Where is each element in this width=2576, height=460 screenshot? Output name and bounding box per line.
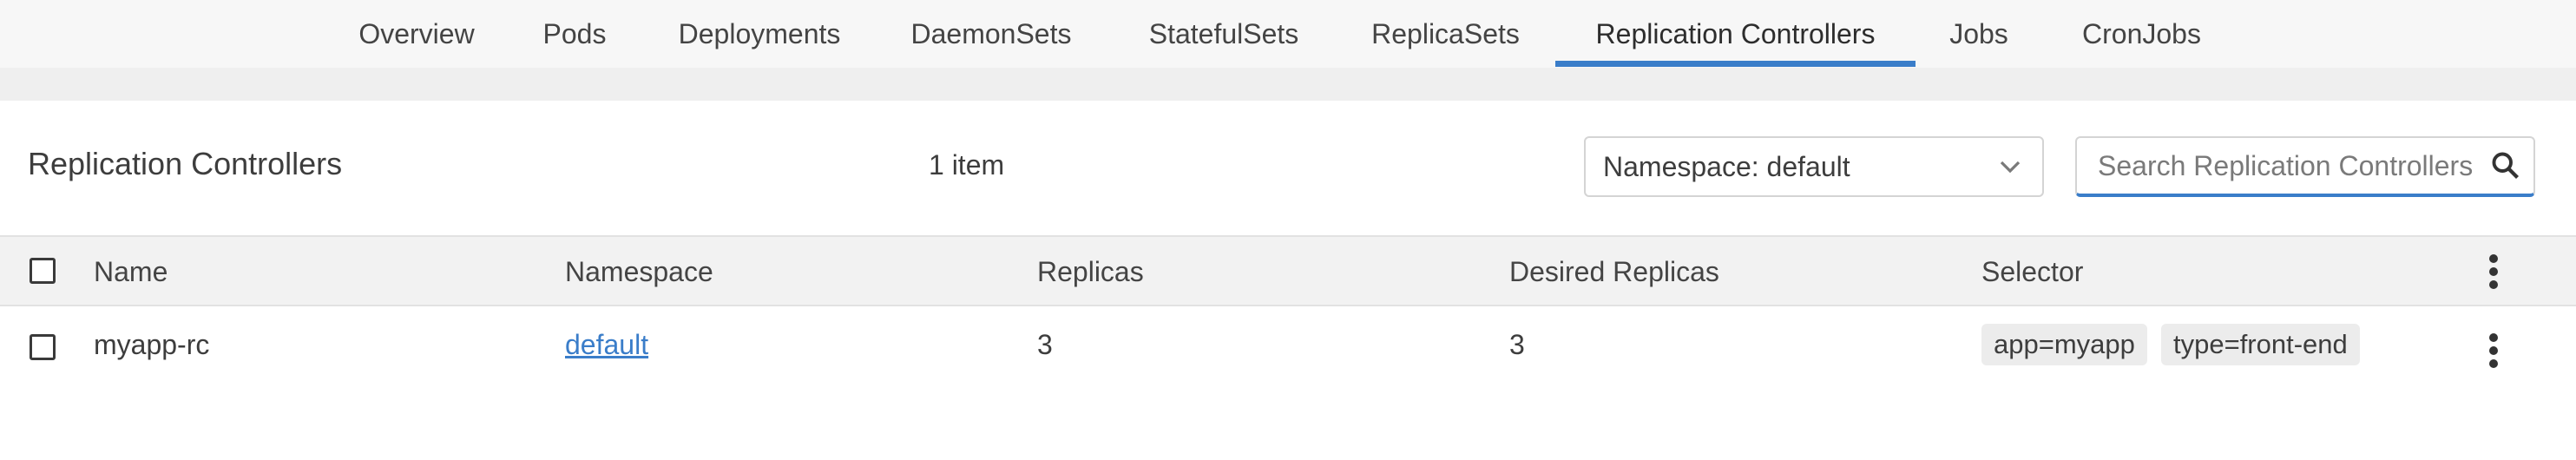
search-box — [2075, 136, 2535, 197]
tab-jobs[interactable]: Jobs — [1935, 0, 2022, 68]
page-title: Replication Controllers — [28, 146, 343, 181]
active-tab-indicator — [1555, 61, 1916, 67]
row-desired-replicas: 3 — [1509, 329, 1525, 360]
row-actions-kebab-icon[interactable] — [2488, 333, 2499, 368]
tab-pods[interactable]: Pods — [522, 0, 627, 68]
tab-daemonsets[interactable]: DaemonSets — [896, 0, 1087, 68]
search-input[interactable] — [2077, 138, 2485, 194]
column-options-kebab-icon[interactable] — [2488, 254, 2499, 289]
chevron-down-icon — [2000, 161, 2021, 174]
row-select-checkbox[interactable] — [30, 334, 56, 360]
row-namespace-link[interactable]: default — [565, 329, 648, 361]
column-header-name[interactable]: Name — [94, 256, 168, 288]
item-count: 1 item — [929, 149, 1005, 181]
namespace-select-value: Namespace: default — [1603, 150, 1850, 182]
tab-replication-controllers[interactable]: Replication Controllers — [1555, 0, 1916, 68]
row-name[interactable]: myapp-rc — [94, 329, 209, 361]
tab-replicasets[interactable]: ReplicaSets — [1361, 0, 1530, 68]
selector-chip: type=front-end — [2161, 324, 2360, 365]
tab-cronjobs[interactable]: CronJobs — [2061, 0, 2222, 68]
tab-deployments[interactable]: Deployments — [660, 0, 859, 68]
search-icon[interactable] — [2490, 150, 2521, 181]
separator-band — [0, 68, 2576, 101]
column-header-selector[interactable]: Selector — [1981, 256, 2083, 288]
column-header-desired-replicas[interactable]: Desired Replicas — [1509, 256, 1719, 288]
row-replicas: 3 — [1037, 329, 1053, 360]
select-all-checkbox[interactable] — [30, 258, 56, 284]
table-row: myapp-rc default 3 3 app=myapp type=fron… — [0, 306, 2576, 388]
selector-chip: app=myapp — [1981, 324, 2147, 365]
column-header-replicas[interactable]: Replicas — [1037, 256, 1144, 288]
table-header: Name Namespace Replicas Desired Replicas… — [0, 235, 2576, 306]
namespace-select[interactable]: Namespace: default — [1584, 136, 2044, 197]
resource-tabs: Overview Pods Deployments DaemonSets Sta… — [0, 0, 2576, 69]
tab-statefulsets[interactable]: StatefulSets — [1128, 0, 1319, 68]
tab-overview[interactable]: Overview — [343, 0, 490, 68]
column-header-namespace[interactable]: Namespace — [565, 256, 713, 288]
